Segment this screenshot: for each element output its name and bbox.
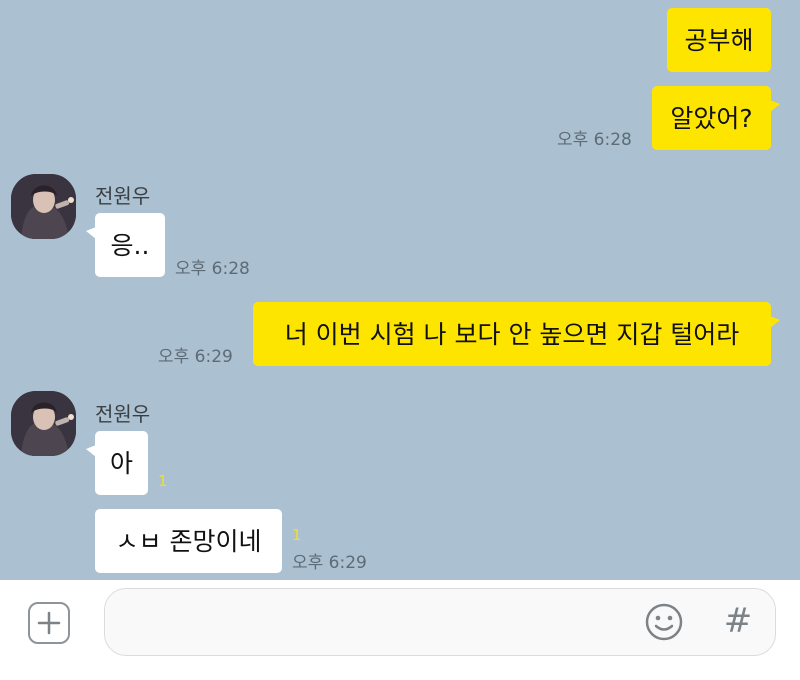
message-bubble-sent[interactable]: 공부해 <box>667 8 771 72</box>
chat-area[interactable]: 공부해 알았어? 오후 6:28 전원우 응.. 오후 6:28 너 이번 시험… <box>0 0 800 580</box>
message-text: 공부해 <box>684 25 754 55</box>
unread-count: 1 <box>158 472 168 490</box>
message-text: 아 <box>109 448 133 478</box>
hashtag-button[interactable]: # <box>722 603 754 639</box>
attach-button[interactable] <box>28 602 70 644</box>
avatar-image <box>11 174 76 239</box>
avatar-image <box>11 391 76 456</box>
sender-name: 전원우 <box>95 402 151 426</box>
hashtag-icon: # <box>723 601 753 641</box>
plus-icon <box>37 611 61 635</box>
message-timestamp: 오후 6:28 <box>175 259 250 279</box>
message-text: 응.. <box>110 230 150 260</box>
message-bubble-received[interactable]: 응.. <box>86 213 165 277</box>
message-timestamp: 오후 6:29 <box>158 347 233 367</box>
sender-name: 전원우 <box>95 184 151 208</box>
message-text: ㅅㅂ 존망이네 <box>115 526 262 556</box>
emoji-icon <box>645 603 683 641</box>
message-text: 알았어? <box>670 103 753 133</box>
message-text: 너 이번 시험 나 보다 안 높으면 지갑 털어라 <box>284 319 740 349</box>
avatar[interactable] <box>11 174 76 239</box>
emoji-button[interactable] <box>644 602 684 642</box>
message-bubble-received[interactable]: 아 <box>86 431 148 495</box>
message-bubble-sent[interactable]: 알았어? <box>652 86 780 150</box>
message-timestamp: 오후 6:28 <box>557 130 632 150</box>
message-bubble-received[interactable]: ㅅㅂ 존망이네 <box>95 509 282 573</box>
unread-count: 1 <box>292 526 302 544</box>
message-timestamp: 오후 6:29 <box>292 553 367 573</box>
message-bubble-sent[interactable]: 너 이번 시험 나 보다 안 높으면 지갑 털어라 <box>253 302 780 366</box>
avatar[interactable] <box>11 391 76 456</box>
